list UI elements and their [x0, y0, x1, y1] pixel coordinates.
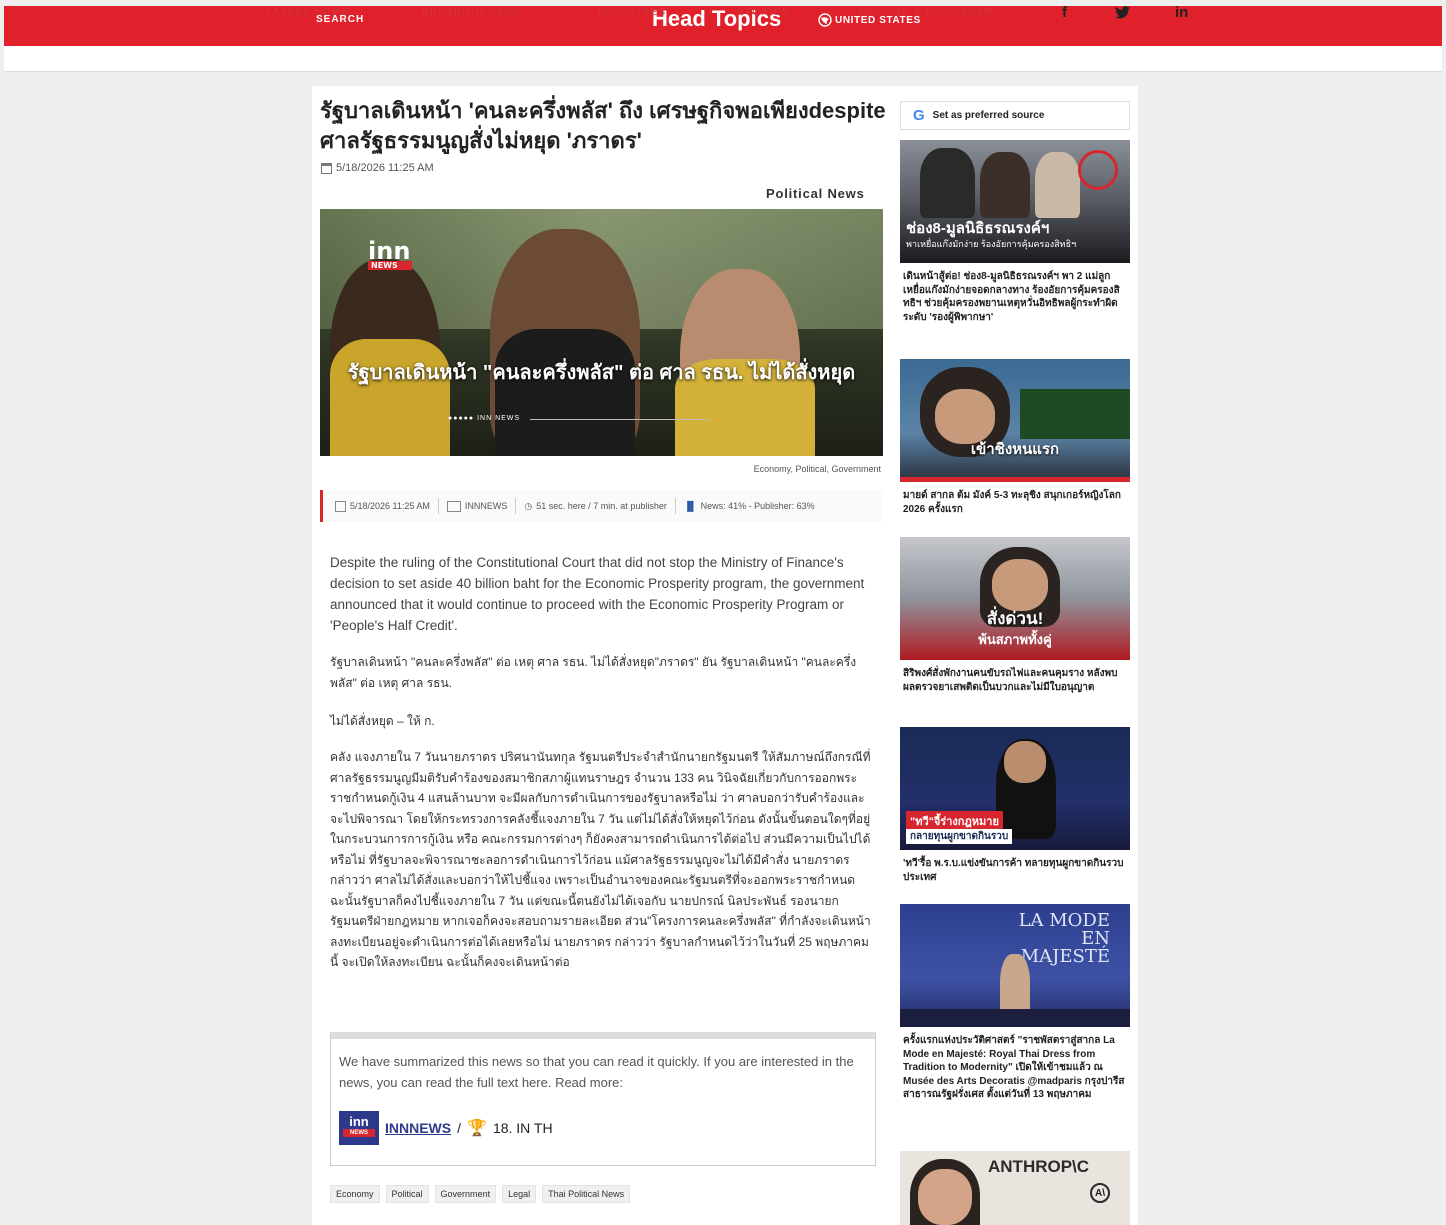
- sidebar-story-caption[interactable]: ครั้งแรกแห่งประวัติศาสตร์ "ราชพัสตราสู่ส…: [903, 1034, 1127, 1102]
- bar-chart-icon: ▐▌: [683, 501, 697, 511]
- article-date: 5/18/2026 11:25 AM: [321, 162, 434, 174]
- image-face: [992, 559, 1048, 611]
- tag-government[interactable]: Government: [434, 1185, 497, 1203]
- publisher-row: inn NEWS INNNEWS / 🏆 18. IN TH: [339, 1111, 553, 1145]
- image-face: [918, 1169, 972, 1225]
- image-floor: [900, 1009, 1130, 1027]
- article-title: รัฐบาลเดินหน้า 'คนละครึ่งพลัส' ถึง เศรษฐ…: [320, 98, 886, 153]
- article-paragraph: ไม่ได้สั่งหยุด – ให้ ก.: [330, 714, 435, 728]
- meta-stats: ▐▌ News: 41% - Publisher: 63%: [684, 501, 815, 511]
- image-person: [980, 152, 1030, 218]
- tag-legal[interactable]: Legal: [502, 1185, 537, 1203]
- clock-icon: ◷: [524, 500, 533, 511]
- publisher-separator: /: [457, 1120, 462, 1136]
- tag-list: Economy Political Government Legal Thai …: [330, 1185, 631, 1203]
- meta-read-time: ◷ 51 sec. here / 7 min. at publisher: [524, 501, 666, 512]
- story-image-subtitle: กลายทุนผูกขาดกินรวบ: [906, 829, 1013, 844]
- preferred-source-button[interactable]: G Set as preferred source: [900, 101, 1130, 130]
- nav-become-publisher[interactable]: BECOME A PUBLISHER: [859, 7, 994, 18]
- sidebar-story-image[interactable]: สั่งด่วน! พ้นสภาพทั้งคู่: [900, 537, 1130, 660]
- meta-source[interactable]: INNNEWS: [446, 500, 508, 512]
- publisher-rank: 18. IN TH: [492, 1120, 553, 1136]
- meta-separator: [674, 498, 676, 514]
- nav-headlines[interactable]: HEADLINES: [598, 7, 666, 18]
- article-paragraph: Despite the ruling of the Constitutional…: [330, 555, 865, 633]
- image-accent-bar: [900, 477, 1130, 482]
- hero-suit-center: [495, 329, 635, 456]
- article-paragraph: รัฐบาลเดินหน้า "คนละครึ่งพลัส" ต่อ เหตุ …: [330, 655, 857, 690]
- meta-separator: [515, 498, 517, 514]
- linkedin-icon[interactable]: in: [1175, 4, 1188, 21]
- publisher-logo[interactable]: inn NEWS: [339, 1111, 379, 1145]
- calendar-icon: [321, 162, 332, 174]
- image-face: [1004, 741, 1046, 783]
- meta-stats-text: News: 41% - Publisher: 63%: [700, 501, 815, 511]
- sidebar-story-image[interactable]: เข้าชิงหนแรก: [900, 359, 1130, 482]
- sidebar-story-caption[interactable]: 'ทวี'รื้อ พ.ร.บ.แข่งขันการค้า ทลายทุนผูก…: [903, 857, 1127, 884]
- hero-divider: [530, 419, 710, 420]
- image-person: [920, 148, 975, 218]
- globe-icon: [818, 13, 832, 27]
- hero-watermark: ●●●●● INN NEWS: [448, 415, 521, 422]
- hero-shirt-left: [330, 339, 450, 456]
- image-face: [935, 389, 995, 444]
- nav-latest-news[interactable]: LATEST NEWS: [266, 7, 350, 18]
- hero-caption: รัฐบาลเดินหน้า "คนละครึ่งพลัส" ต่อ ศาล ร…: [347, 362, 856, 384]
- sidebar-story-caption[interactable]: มายด์ สากล ต้ม มังค์ 5-3 ทะลุชิง สนุกเกอ…: [903, 489, 1127, 516]
- sidebar-story-image[interactable]: ANTHROP\C A\: [900, 1151, 1130, 1225]
- image-person: [1035, 152, 1080, 218]
- nav-breaking-news[interactable]: BREAKING NEWS: [422, 7, 523, 18]
- article-category[interactable]: Political News: [766, 186, 865, 201]
- publisher-logo-sub: NEWS: [343, 1129, 375, 1137]
- trophy-icon: 🏆: [467, 1120, 487, 1137]
- calendar-icon: [335, 500, 346, 512]
- story-image-subtitle: พาเหยื่อแก๊งมักง่าย ร้องอัยการคุ้มครองสิ…: [906, 239, 1077, 249]
- article-paragraph: คลัง แจงภายใน 7 วันนายภราดร ปริศนานันทกุ…: [330, 750, 871, 969]
- nav-bar: [4, 46, 1442, 72]
- sidebar-story-image[interactable]: LA MODE EN MAJESTÉ: [900, 904, 1130, 1027]
- article-date-text: 5/18/2026 11:25 AM: [336, 162, 434, 174]
- tag-political[interactable]: Political: [385, 1185, 429, 1203]
- google-icon: G: [913, 107, 925, 124]
- article-meta-bar: 5/18/2026 11:25 AM INNNEWS ◷ 51 sec. here…: [320, 490, 883, 522]
- meta-read-time-text: 51 sec. here / 7 min. at publisher: [536, 501, 667, 511]
- hero-image: inn NEWS รัฐบาลเดินหน้า "คนละครึ่งพลัส" …: [320, 209, 883, 456]
- story-image-subtitle: พ้นสภาพทั้งคู่: [978, 632, 1052, 647]
- facebook-icon[interactable]: f: [1062, 4, 1067, 21]
- meta-date: 5/18/2026 11:25 AM: [335, 500, 430, 512]
- preferred-source-label: Set as preferred source: [932, 110, 1045, 121]
- tag-economy[interactable]: Economy: [330, 1185, 380, 1203]
- story-image-title: "ทวี"จี้ร่างกฎหมาย: [906, 811, 1003, 831]
- sidebar-story-image[interactable]: "ทวี"จี้ร่างกฎหมาย กลายทุนผูกขาดกินรวบ: [900, 727, 1130, 850]
- summary-box: We have summarized this news so that you…: [330, 1032, 876, 1166]
- sidebar-story-caption[interactable]: เดินหน้าสู้ต่อ! ช่อง8-มูลนิธิธรณรงค์ฯ พา…: [903, 270, 1127, 324]
- meta-separator: [437, 498, 439, 514]
- meta-date-text: 5/18/2026 11:25 AM: [350, 501, 430, 511]
- image-table: [1020, 389, 1130, 439]
- summary-text: We have summarized this news so that you…: [339, 1054, 854, 1090]
- inn-logo: inn NEWS: [368, 237, 412, 270]
- newspaper-icon: [446, 500, 461, 512]
- meta-source-text: INNNEWS: [464, 501, 508, 511]
- publisher-logo-text: inn: [349, 1114, 369, 1129]
- anthropic-logo-icon: A\: [1090, 1183, 1110, 1203]
- tag-thai-political-news[interactable]: Thai Political News: [542, 1185, 631, 1203]
- image-tags: Economy, Political, Government: [753, 464, 881, 474]
- story-image-title: ANTHROP\C: [988, 1157, 1090, 1176]
- highlight-circle: [1078, 150, 1118, 190]
- sidebar-story-caption[interactable]: สิริพงศ์สั่งพักงานคนขับรถไฟและคนคุมราง ห…: [903, 667, 1127, 694]
- nav-stories[interactable]: STORIES: [737, 7, 790, 18]
- story-image-title: สั่งด่วน!: [986, 609, 1044, 628]
- publisher-link[interactable]: INNNEWS: [385, 1120, 451, 1136]
- twitter-icon[interactable]: [1115, 6, 1130, 22]
- sidebar-story-image[interactable]: ช่อง8-มูลนิธิธรณรงค์ฯ พาเหยื่อแก๊งมักง่า…: [900, 140, 1130, 263]
- story-image-title: เข้าชิงหนแรก: [970, 441, 1060, 458]
